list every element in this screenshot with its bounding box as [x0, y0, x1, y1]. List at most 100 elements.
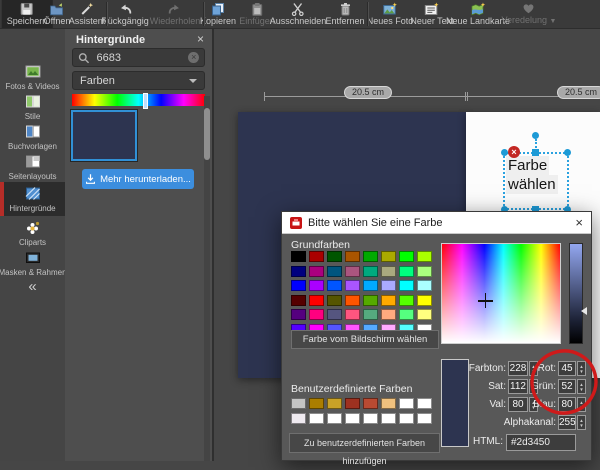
value-slider[interactable]	[569, 243, 583, 344]
custom-color-swatch[interactable]	[309, 398, 324, 409]
hue-value-input[interactable]: 228	[508, 361, 528, 376]
custom-color-swatch[interactable]	[363, 398, 378, 409]
custom-color-swatch[interactable]	[417, 413, 432, 424]
add-custom-color-button[interactable]: Zu benutzerdefinierten Farben hinzufügen	[289, 433, 440, 453]
basic-color-swatch[interactable]	[363, 295, 378, 306]
background-color-swatch-selected[interactable]	[71, 110, 137, 161]
basic-color-swatch[interactable]	[417, 251, 432, 262]
sidebar-item-templates[interactable]: Buchvorlagen	[0, 122, 65, 152]
custom-color-swatch[interactable]	[309, 413, 324, 424]
basic-color-swatch[interactable]	[363, 251, 378, 262]
basic-color-swatch[interactable]	[291, 251, 306, 262]
basic-color-swatch[interactable]	[399, 280, 414, 291]
basic-color-swatch[interactable]	[417, 295, 432, 306]
value-slider-handle[interactable]	[581, 307, 587, 315]
basic-color-swatch[interactable]	[381, 266, 396, 277]
dialog-close-icon[interactable]: ×	[575, 215, 583, 230]
basic-color-swatch[interactable]	[363, 266, 378, 277]
basic-color-swatch[interactable]	[327, 309, 342, 320]
panel-close-icon[interactable]: ×	[197, 32, 204, 46]
resize-handle-top-right[interactable]	[564, 149, 571, 156]
custom-color-swatch[interactable]	[327, 413, 342, 424]
hue-slider-handle[interactable]	[143, 93, 148, 109]
custom-color-swatch[interactable]	[327, 398, 342, 409]
hue-spectrum-slider[interactable]	[72, 94, 205, 106]
alpha-value-input[interactable]: 255	[558, 415, 576, 430]
basic-color-swatch[interactable]	[417, 266, 432, 277]
basic-color-swatch[interactable]	[399, 295, 414, 306]
category-dropdown[interactable]: Farben	[72, 71, 205, 90]
rotation-handle[interactable]	[532, 132, 539, 139]
resize-handle-top-center[interactable]	[532, 149, 539, 156]
red-value-input[interactable]: 45	[558, 361, 576, 376]
custom-color-swatch[interactable]	[399, 413, 414, 424]
spin-down-icon[interactable]: ▼	[579, 405, 583, 410]
basic-color-swatch[interactable]	[345, 295, 360, 306]
basic-color-swatch[interactable]	[327, 280, 342, 291]
pick-from-screen-button[interactable]: Farbe vom Bildschirm wählen	[291, 330, 439, 349]
spin-down-icon[interactable]: ▼	[579, 423, 583, 428]
basic-color-swatch[interactable]	[291, 266, 306, 277]
background-search-box[interactable]: ×	[72, 48, 205, 67]
dialog-titlebar[interactable]: Bitte wählen Sie eine Farbe ×	[282, 212, 591, 234]
basic-color-swatch[interactable]	[291, 309, 306, 320]
basic-color-swatch[interactable]	[417, 280, 432, 291]
basic-color-swatch[interactable]	[417, 309, 432, 320]
panel-scrollbar-thumb[interactable]	[204, 108, 210, 160]
basic-color-swatch[interactable]	[309, 251, 324, 262]
basic-color-swatch[interactable]	[309, 309, 324, 320]
basic-color-swatch[interactable]	[363, 309, 378, 320]
spin-down-icon[interactable]: ▼	[579, 369, 583, 374]
green-value-input[interactable]: 52	[558, 379, 576, 394]
custom-color-swatch[interactable]	[345, 413, 360, 424]
custom-color-swatch[interactable]	[291, 413, 306, 424]
alpha-spinner[interactable]: ▲▼	[577, 415, 586, 430]
resize-handle-top-left[interactable]	[501, 149, 508, 156]
basic-color-swatch[interactable]	[381, 309, 396, 320]
sidebar-item-masks[interactable]: Masken & Rahmen	[0, 248, 65, 278]
basic-color-swatch[interactable]	[399, 309, 414, 320]
basic-color-swatch[interactable]	[345, 309, 360, 320]
custom-color-swatch[interactable]	[363, 413, 378, 424]
sidebar-collapse-button[interactable]: «	[0, 278, 65, 295]
spin-down-icon[interactable]: ▼	[579, 387, 583, 392]
custom-color-swatch[interactable]	[381, 398, 396, 409]
hue-saturation-picker[interactable]	[441, 243, 561, 344]
basic-color-swatch[interactable]	[399, 251, 414, 262]
sidebar-item-styles[interactable]: Stile	[0, 92, 65, 122]
basic-color-swatch[interactable]	[309, 266, 324, 277]
sidebar-item-photos[interactable]: Fotos & Videos	[0, 62, 65, 92]
basic-color-swatch[interactable]	[291, 280, 306, 291]
basic-color-swatch[interactable]	[327, 295, 342, 306]
basic-color-swatch[interactable]	[291, 295, 306, 306]
blue-spinner[interactable]: ▲▼	[577, 397, 586, 412]
basic-color-swatch[interactable]	[345, 251, 360, 262]
custom-color-swatch[interactable]	[399, 398, 414, 409]
custom-color-swatch[interactable]	[291, 398, 306, 409]
sidebar-item-layouts[interactable]: Seitenlayouts	[0, 152, 65, 182]
green-spinner[interactable]: ▲▼	[577, 379, 586, 394]
panel-scrollbar[interactable]	[204, 96, 210, 461]
sidebar-item-backgrounds[interactable]: Hintergründe	[0, 182, 65, 216]
basic-color-swatch[interactable]	[381, 280, 396, 291]
red-spinner[interactable]: ▲▼	[577, 361, 586, 376]
clear-search-icon[interactable]: ×	[188, 52, 199, 63]
basic-color-swatch[interactable]	[309, 280, 324, 291]
basic-color-swatch[interactable]	[345, 280, 360, 291]
saturation-value-input[interactable]: 112	[508, 379, 528, 394]
custom-color-swatch[interactable]	[345, 398, 360, 409]
text-element[interactable]: Farbe wählen	[506, 156, 558, 194]
download-more-button[interactable]: Mehr herunterladen...	[82, 169, 194, 189]
search-input[interactable]	[94, 51, 183, 65]
value-value-input[interactable]: 80	[508, 397, 528, 412]
basic-color-swatch[interactable]	[399, 266, 414, 277]
basic-color-swatch[interactable]	[309, 295, 324, 306]
basic-color-swatch[interactable]	[327, 266, 342, 277]
delete-element-icon[interactable]: ×	[508, 146, 520, 158]
basic-color-swatch[interactable]	[345, 266, 360, 277]
basic-color-swatch[interactable]	[327, 251, 342, 262]
basic-color-swatch[interactable]	[381, 295, 396, 306]
basic-color-swatch[interactable]	[363, 280, 378, 291]
basic-color-swatch[interactable]	[381, 251, 396, 262]
blue-value-input[interactable]: 80	[558, 397, 576, 412]
